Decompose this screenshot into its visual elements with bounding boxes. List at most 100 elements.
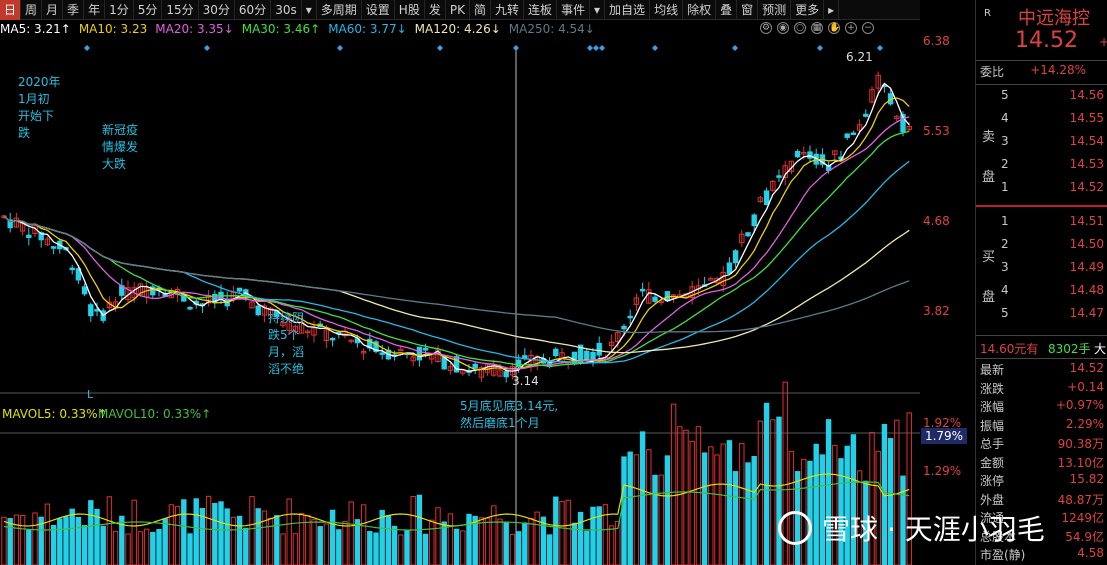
volume-bar xyxy=(168,504,175,565)
toolbar-item[interactable]: 季 xyxy=(63,0,85,20)
volume-bar xyxy=(460,530,466,565)
toolbar-item[interactable]: 日 xyxy=(0,0,22,20)
volume-bar xyxy=(81,525,88,565)
wei-bi-label: 委比 xyxy=(980,65,1005,79)
candle-body xyxy=(807,151,813,159)
volume-bar xyxy=(677,426,683,565)
divider xyxy=(976,205,1107,207)
settings-icon[interactable]: ⚙ xyxy=(760,22,772,34)
event-marker-icon xyxy=(817,45,823,51)
candle-body xyxy=(745,232,751,237)
toolbar-item[interactable]: 年 xyxy=(84,0,106,20)
toolbar-item[interactable]: 均线 xyxy=(650,0,684,20)
volume-bar xyxy=(26,529,32,565)
toolbar-item[interactable]: 事件 xyxy=(557,0,591,20)
toolbar-item[interactable]: 多周期 xyxy=(317,0,362,20)
moving-average-line xyxy=(3,97,910,371)
buy-level-row[interactable]: 3 14.49 xyxy=(976,260,1107,278)
sell-level-row[interactable]: 3 14.54 xyxy=(976,134,1107,152)
volume-bar xyxy=(100,525,106,565)
stat-value: +0.97% xyxy=(1055,398,1104,412)
indicator-icon[interactable]: ○ xyxy=(794,22,806,34)
volume-bar xyxy=(13,514,20,565)
stat-row: 涨停 15.82 xyxy=(976,472,1107,490)
stat-row: 外盘 48.87万 xyxy=(976,491,1107,509)
ma-legend-item: MA10: 3.23 xyxy=(78,22,148,36)
toolbar-item[interactable]: 连板 xyxy=(524,0,557,20)
last-trade-price: 14.60元有 xyxy=(980,342,1039,356)
volume-bar xyxy=(391,525,398,565)
sell-level-row[interactable]: 2 14.53 xyxy=(976,157,1107,175)
toolbar-item[interactable]: 除权 xyxy=(683,0,717,20)
event-marker-icon xyxy=(587,45,593,51)
toolbar-item[interactable]: 60分 xyxy=(235,0,272,20)
volume-bar xyxy=(410,496,416,565)
toolbar-item[interactable]: 预测 xyxy=(758,0,792,20)
toolbar-item[interactable]: 1分 xyxy=(105,0,134,20)
zoom-in-icon[interactable]: + xyxy=(845,22,857,34)
volume-bar xyxy=(249,496,255,565)
toolbar-item[interactable]: 5分 xyxy=(134,0,163,20)
stat-label: 最新 xyxy=(980,363,1005,377)
toolbar-item[interactable]: 简 xyxy=(470,0,491,20)
ma-legend-item: MA250: 4.54↓ xyxy=(508,22,595,36)
candle-body xyxy=(639,288,646,292)
ma-legend-item: MA30: 3.46↑ xyxy=(241,22,321,36)
volume-bar xyxy=(292,533,299,565)
grid-icon[interactable]: ▦ xyxy=(811,22,823,34)
toolbar-item[interactable]: 加自选 xyxy=(605,0,651,20)
toolbar-item[interactable]: ▾ xyxy=(590,0,606,20)
toolbar-item[interactable]: 15分 xyxy=(162,0,199,20)
volume-bar xyxy=(565,499,571,565)
candle-body xyxy=(472,363,478,369)
toolbar-item[interactable]: 更多 xyxy=(791,0,825,20)
stat-label: 涨跌 xyxy=(980,381,1005,396)
stat-label: 振幅 xyxy=(980,418,1005,433)
toolbar-item[interactable]: 30s xyxy=(271,0,302,20)
toolbar-item[interactable]: 九转 xyxy=(491,0,524,20)
toolbar-item[interactable]: ▾ xyxy=(302,0,317,20)
stat-row: 涨跌 +0.14 xyxy=(976,380,1107,398)
zoom-out-icon[interactable]: − xyxy=(862,22,874,34)
stat-label: 涨停 xyxy=(980,474,1005,488)
moving-average-line xyxy=(3,160,910,364)
volume-bar xyxy=(367,531,373,565)
toolbar-item[interactable]: ▸ xyxy=(824,0,840,20)
level-price: 14.54 xyxy=(1069,134,1104,148)
toolbar-item[interactable]: 30分 xyxy=(199,0,235,20)
volume-bar xyxy=(404,530,410,565)
buy-level-row[interactable]: 1 14.51 xyxy=(976,214,1107,232)
sell-level-row[interactable]: 5 14.56 xyxy=(976,88,1107,106)
candle-body xyxy=(763,190,770,206)
buy-level-row[interactable]: 2 14.50 xyxy=(976,237,1107,255)
sell-level-row[interactable]: 4 14.55 xyxy=(976,111,1107,129)
candle-body xyxy=(584,350,590,361)
volume-bar xyxy=(193,498,199,565)
toolbar-item[interactable]: 周 xyxy=(21,0,43,20)
toolbar-item[interactable]: H股 xyxy=(395,0,425,20)
volume-bar xyxy=(373,532,379,565)
toolbar-item[interactable]: PK xyxy=(446,0,470,20)
volume-bar xyxy=(385,515,392,565)
volume-bar xyxy=(336,529,342,565)
toolbar-item[interactable]: 窗 xyxy=(737,0,759,20)
toolbar-item[interactable]: 叠 xyxy=(716,0,738,20)
buy-level-row[interactable]: 5 14.47 xyxy=(976,306,1107,324)
event-marker-icon xyxy=(204,45,210,51)
eye-icon[interactable]: ◉ xyxy=(777,22,789,34)
volume-bar xyxy=(726,440,733,565)
buy-level-row[interactable]: 4 14.48 xyxy=(976,283,1107,301)
volume-bar xyxy=(150,531,156,565)
candle-body xyxy=(88,304,94,317)
sell-level-row[interactable]: 1 14.52 xyxy=(976,180,1107,198)
toolbar-item[interactable]: 发 xyxy=(425,0,446,20)
toolbar-item[interactable]: 设置 xyxy=(362,0,395,20)
stat-label: 金额 xyxy=(980,455,1005,470)
volume-bar xyxy=(739,442,745,565)
volume-bar xyxy=(212,503,218,565)
annotation-line: 跌5个 xyxy=(268,328,300,342)
kline-chart[interactable]: MAVOL5: 0.33%↑MAVOL10: 0.33%↑ xyxy=(0,40,920,565)
toolbar-item[interactable]: 月 xyxy=(42,0,64,20)
watermark-text: 雪球 · 天涯小羽毛 xyxy=(822,513,1045,546)
hand-icon[interactable]: ✋ xyxy=(828,22,840,34)
